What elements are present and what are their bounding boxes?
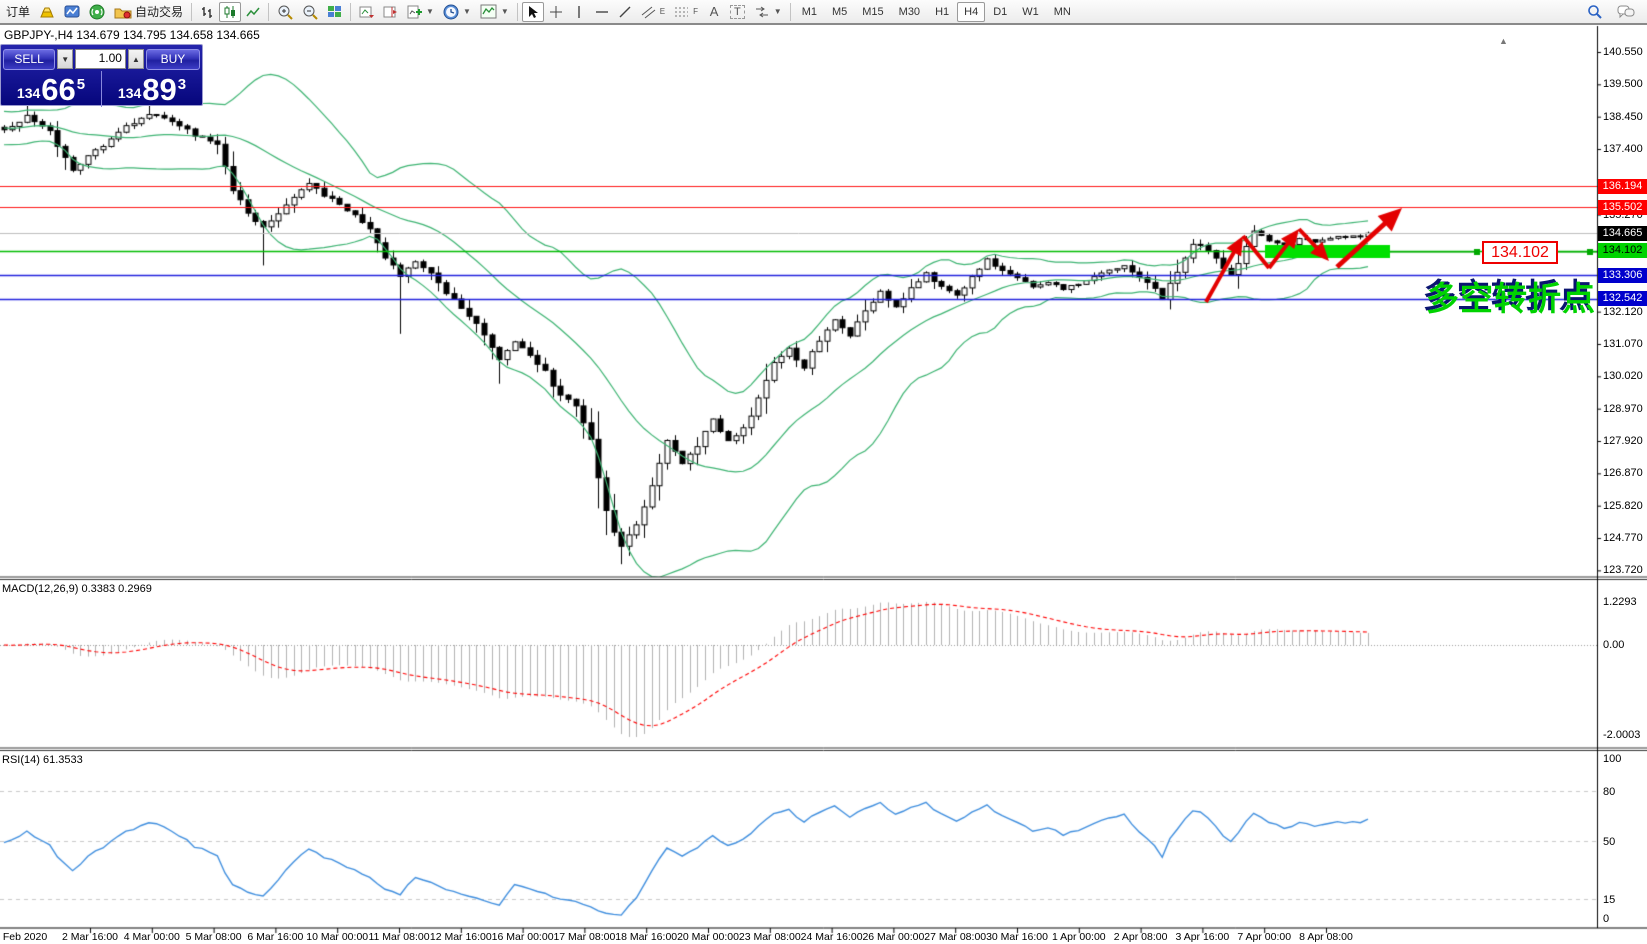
time-tick-label: 23 Mar 08:00: [739, 931, 801, 943]
sell-button[interactable]: SELL: [3, 49, 55, 70]
price-level-badge: 133.306: [1598, 268, 1647, 283]
buy-price-big: 89: [142, 75, 176, 105]
rsi-scale-label: 80: [1603, 786, 1615, 798]
time-tick-label: 10 Mar 00:00: [306, 931, 368, 943]
volume-decrease-button[interactable]: ▼: [57, 49, 73, 69]
price-level-badge: 135.502: [1598, 200, 1647, 215]
price-tick-label: 127.920: [1603, 435, 1645, 447]
time-tick-label: 30 Mar 16:00: [986, 931, 1048, 943]
price-level-badge: 132.542: [1598, 291, 1647, 306]
time-tick-label: 2 Mar 16:00: [62, 931, 118, 943]
price-tick-label: 131.070: [1603, 338, 1645, 350]
macd-label: MACD(12,26,9) 0.3383 0.2969: [2, 583, 152, 595]
price-callout-box[interactable]: 134.102: [1482, 241, 1558, 264]
rsi-scale-label: 50: [1603, 836, 1615, 848]
time-tick-label: 8 Apr 08:00: [1299, 931, 1353, 943]
price-tick-label: 140.550: [1603, 46, 1645, 58]
time-tick-label: 24 Mar 16:00: [801, 931, 863, 943]
rsi-scale-label: 0: [1603, 913, 1609, 925]
price-level-badge: 136.194: [1598, 179, 1647, 194]
time-tick-label: 4 Mar 00:00: [124, 931, 180, 943]
time-tick-label: 1 Apr 00:00: [1052, 931, 1106, 943]
price-tick-label: 128.970: [1603, 403, 1645, 415]
time-tick-label: 27 Mar 08:00: [924, 931, 986, 943]
volume-input[interactable]: 1.00: [75, 49, 126, 69]
chart-canvas[interactable]: [0, 0, 1647, 944]
time-tick-label: 20 Mar 00:00: [677, 931, 739, 943]
sell-price-sup: 5: [77, 76, 85, 93]
one-click-trading-panel: SELL ▼ 1.00 ▲ BUY 134 66 5 134 89 3: [0, 44, 203, 106]
price-level-badge: 134.665: [1598, 226, 1647, 241]
time-tick-label: 6 Mar 16:00: [247, 931, 303, 943]
time-tick-label: Feb 2020: [3, 931, 47, 943]
price-tick-label: 124.770: [1603, 532, 1645, 544]
buy-price-prefix: 134: [118, 85, 141, 101]
sell-price[interactable]: 134 66 5: [1, 71, 101, 107]
price-tick-label: 125.820: [1603, 500, 1645, 512]
time-tick-label: 17 Mar 08:00: [553, 931, 615, 943]
pane-divider-rsi[interactable]: [0, 746, 1647, 751]
time-tick-label: 5 Mar 08:00: [186, 931, 242, 943]
volume-increase-button[interactable]: ▲: [128, 49, 144, 69]
scale-marker-icon[interactable]: ▲: [1499, 36, 1508, 46]
macd-scale-label: -2.0003: [1603, 729, 1640, 741]
turning-point-annotation[interactable]: 多空转折点: [1426, 272, 1596, 320]
time-tick-label: 2 Apr 08:00: [1114, 931, 1168, 943]
price-tick-label: 130.020: [1603, 370, 1645, 382]
price-tick-label: 126.870: [1603, 467, 1645, 479]
macd-scale-label: 1.2293: [1603, 596, 1637, 608]
pane-divider-macd[interactable]: [0, 575, 1647, 580]
rsi-label: RSI(14) 61.3533: [2, 754, 83, 766]
rsi-scale-label: 15: [1603, 894, 1615, 906]
price-tick-label: 138.450: [1603, 111, 1645, 123]
rsi-scale-label: 100: [1603, 753, 1621, 765]
chart-title: GBPJPY-,H4 134.679 134.795 134.658 134.6…: [4, 28, 260, 42]
price-level-badge: 134.102: [1598, 243, 1647, 258]
price-tick-label: 132.120: [1603, 306, 1645, 318]
buy-button[interactable]: BUY: [146, 49, 200, 70]
mt4-window: 订单 自动交易 ▼ ▼ ▼ E F A T ▼ M1 M5 M15 M30 H: [0, 0, 1647, 944]
time-tick-label: 26 Mar 00:00: [862, 931, 924, 943]
time-tick-label: 7 Apr 00:00: [1237, 931, 1291, 943]
macd-scale-label: 0.00: [1603, 639, 1624, 651]
price-tick-label: 139.500: [1603, 78, 1645, 90]
buy-price[interactable]: 134 89 3: [102, 71, 202, 107]
time-tick-label: 11 Mar 08:00: [368, 931, 429, 943]
buy-price-sup: 3: [178, 76, 186, 93]
time-tick-label: 16 Mar 00:00: [492, 931, 554, 943]
sell-price-big: 66: [41, 75, 75, 105]
time-tick-label: 18 Mar 16:00: [615, 931, 677, 943]
time-tick-label: 12 Mar 16:00: [430, 931, 492, 943]
time-tick-label: 3 Apr 16:00: [1176, 931, 1230, 943]
price-tick-label: 137.400: [1603, 143, 1645, 155]
sell-price-prefix: 134: [17, 85, 40, 101]
